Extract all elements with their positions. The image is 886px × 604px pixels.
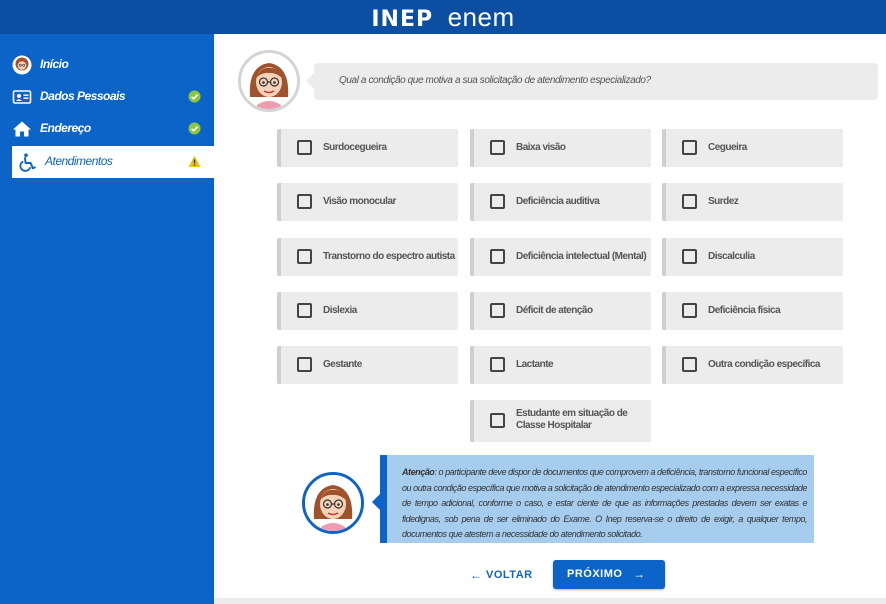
option-label: Dislexia — [323, 305, 357, 316]
avatar-icon — [12, 55, 32, 75]
option-lactante[interactable]: Lactante — [470, 346, 651, 384]
checkbox[interactable] — [297, 140, 312, 155]
checkbox[interactable] — [682, 303, 697, 318]
checkbox[interactable] — [490, 194, 505, 209]
sidebar-item-label: Início — [40, 57, 69, 71]
option-label: Visão monocular — [323, 196, 396, 207]
option-label: Gestante — [323, 359, 362, 370]
attention-notice: Atenção: o participante deve dispor de d… — [372, 455, 814, 543]
sidebar-item-atendimentos[interactable]: Atendimentos — [12, 146, 214, 178]
assistant-avatar — [238, 50, 300, 112]
checkbox[interactable] — [297, 303, 312, 318]
sidebar-item-endereco[interactable]: Endereço — [0, 113, 214, 145]
option-deficiencia-fisica[interactable]: Deficiência física — [662, 292, 843, 330]
home-icon — [12, 119, 32, 139]
option-classe-hospitalar[interactable]: Estudante em situação de Classe Hospital… — [470, 400, 651, 442]
option-label: Baixa visão — [516, 142, 566, 153]
sidebar-item-inicio[interactable]: Início — [0, 49, 214, 81]
next-button[interactable]: PRÓXIMO → — [553, 560, 665, 589]
enem-logo: enem — [447, 2, 515, 32]
option-baixa-visao[interactable]: Baixa visão — [470, 129, 651, 167]
arrow-left-icon: ← — [470, 568, 482, 582]
notice-text: Atenção: o participante deve dispor de d… — [402, 465, 807, 543]
option-label: Cegueira — [708, 142, 747, 153]
id-card-icon — [12, 87, 32, 107]
notice-title: Atenção — [402, 467, 435, 477]
option-deficit-atencao[interactable]: Déficit de atenção — [470, 292, 651, 330]
checkbox[interactable] — [297, 357, 312, 372]
bottom-strip — [214, 598, 886, 604]
option-label: Discalculia — [708, 251, 755, 262]
checkbox[interactable] — [297, 194, 312, 209]
checkbox[interactable] — [490, 249, 505, 264]
back-button[interactable]: ← VOLTAR — [466, 564, 532, 586]
checkbox[interactable] — [682, 194, 697, 209]
option-label: Deficiência auditiva — [516, 196, 600, 207]
option-discalculia[interactable]: Discalculia — [662, 238, 843, 276]
arrow-right-icon: → — [633, 567, 645, 581]
option-cegueira[interactable]: Cegueira — [662, 129, 843, 167]
inep-logo: INEP — [371, 7, 434, 32]
checkbox[interactable] — [682, 249, 697, 264]
option-gestante[interactable]: Gestante — [277, 346, 458, 384]
option-deficiencia-intelectual[interactable]: Deficiência intelectual (Mental) — [470, 238, 651, 276]
main-content: Qual a condição que motiva a sua solicit… — [214, 34, 886, 604]
question-text: Qual a condição que motiva a sua solicit… — [339, 75, 651, 86]
check-icon — [188, 90, 201, 103]
option-visao-monocular[interactable]: Visão monocular — [277, 183, 458, 221]
option-label: Deficiência física — [708, 305, 781, 316]
option-label: Lactante — [516, 359, 554, 370]
option-label: Surdez — [708, 196, 739, 207]
option-outra-condicao[interactable]: Outra condição específica — [662, 346, 843, 384]
question-bubble: Qual a condição que motiva a sua solicit… — [306, 63, 878, 100]
option-deficiencia-auditiva[interactable]: Deficiência auditiva — [470, 183, 651, 221]
checkbox[interactable] — [490, 357, 505, 372]
option-surdocegueira[interactable]: Surdocegueira — [277, 129, 458, 167]
checkbox[interactable] — [682, 140, 697, 155]
check-icon — [188, 122, 201, 135]
checkbox[interactable] — [490, 303, 505, 318]
wheelchair-icon — [18, 152, 38, 172]
option-label: Surdocegueira — [323, 142, 387, 153]
notice-avatar — [302, 472, 364, 534]
checkbox[interactable] — [490, 140, 505, 155]
option-label: Estudante em situação de Classe Hospital… — [516, 408, 628, 431]
brand-logo: INEP enem — [0, 0, 886, 34]
option-label: Outra condição específica — [708, 359, 821, 370]
next-button-label: PRÓXIMO — [567, 568, 623, 580]
sidebar-item-label: Endereço — [40, 121, 91, 135]
option-label: Transtorno do espectro autista — [323, 251, 455, 262]
sidebar-item-dados-pessoais[interactable]: Dados Pessoais — [0, 81, 214, 113]
checkbox[interactable] — [297, 249, 312, 264]
back-button-label: VOLTAR — [486, 569, 533, 581]
option-label: Déficit de atenção — [516, 305, 593, 316]
sidebar: Início Dados Pessoais Endereço Atendimen… — [0, 34, 214, 604]
sidebar-item-label: Dados Pessoais — [40, 89, 126, 103]
warning-icon — [188, 155, 201, 168]
checkbox[interactable] — [490, 413, 505, 428]
option-dislexia[interactable]: Dislexia — [277, 292, 458, 330]
option-transtorno-espectro-autista[interactable]: Transtorno do espectro autista — [277, 238, 458, 276]
notice-body: : o participante deve dispor de document… — [402, 467, 807, 539]
sidebar-item-label: Atendimentos — [45, 154, 113, 168]
checkbox[interactable] — [682, 357, 697, 372]
option-label: Deficiência intelectual (Mental) — [516, 251, 647, 262]
option-surdez[interactable]: Surdez — [662, 183, 843, 221]
